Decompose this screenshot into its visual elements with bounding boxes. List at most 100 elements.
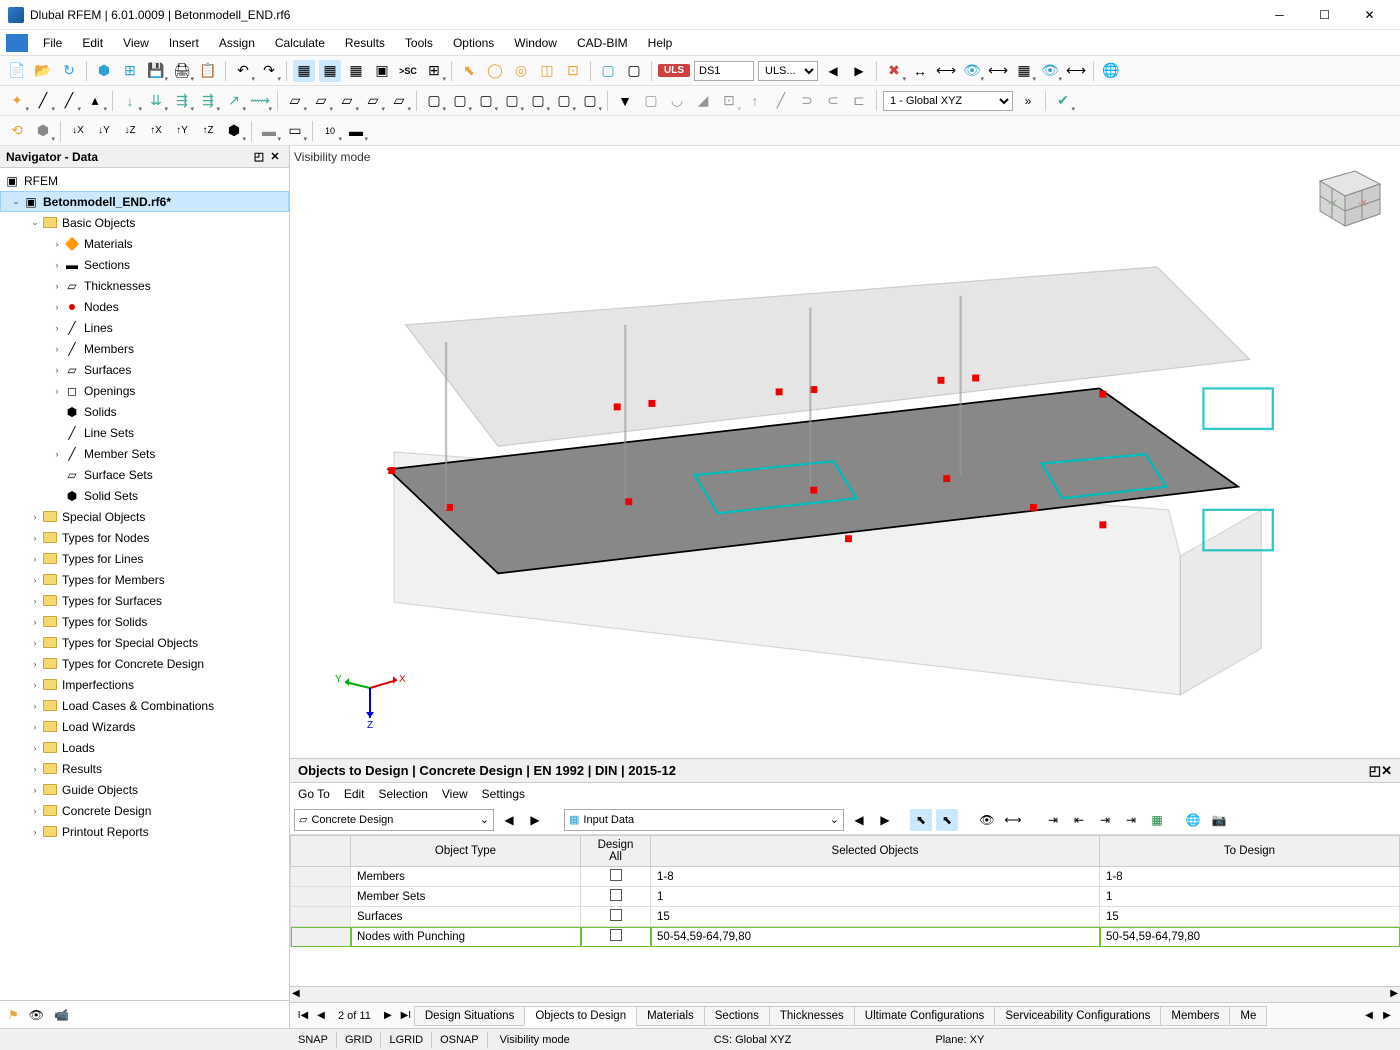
cell-selected[interactable]: 1 bbox=[651, 887, 1100, 907]
chevron-right-icon[interactable]: › bbox=[50, 449, 64, 459]
menu-tools[interactable]: Tools bbox=[396, 33, 442, 53]
tree-folder-types-for-lines[interactable]: ›Types for Lines bbox=[0, 548, 289, 569]
table-row[interactable]: Member Sets11 bbox=[291, 887, 1400, 907]
tree-item-solid-sets[interactable]: ⬢Solid Sets bbox=[0, 485, 289, 506]
g9-icon[interactable]: ⊏ bbox=[848, 90, 870, 112]
bp-excel-icon[interactable]: ▦ bbox=[1146, 809, 1168, 831]
nav-flag-icon[interactable]: ⚑ bbox=[8, 1008, 19, 1022]
cell-to-design[interactable]: 15 bbox=[1100, 907, 1400, 927]
view2-icon[interactable]: ▢ bbox=[623, 60, 645, 82]
undo-icon[interactable]: ↶ bbox=[232, 60, 254, 82]
chevron-right-icon[interactable]: › bbox=[28, 785, 42, 795]
chevron-right-icon[interactable]: › bbox=[28, 596, 42, 606]
col-design-all[interactable]: Design All bbox=[581, 836, 651, 867]
chevron-right-icon[interactable]: › bbox=[28, 722, 42, 732]
navigator-dock-button[interactable]: ◰ bbox=[251, 150, 267, 163]
chevron-right-icon[interactable]: › bbox=[28, 806, 42, 816]
axis-z-icon[interactable]: ↓Z bbox=[119, 120, 141, 142]
nav-camera-icon[interactable]: 📹 bbox=[54, 1008, 69, 1022]
render-icon[interactable]: ▬ bbox=[258, 120, 280, 142]
maximize-button[interactable]: ☐ bbox=[1302, 0, 1347, 30]
script-icon[interactable]: >SC bbox=[397, 60, 419, 82]
tree-folder-types-for-special-objects[interactable]: ›Types for Special Objects bbox=[0, 632, 289, 653]
chevron-right-icon[interactable]: › bbox=[28, 554, 42, 564]
bp-menu-view[interactable]: View bbox=[442, 787, 468, 801]
tree-folder-imperfections[interactable]: ›Imperfections bbox=[0, 674, 289, 695]
run-icon[interactable]: ▣ bbox=[371, 60, 393, 82]
tree-item-materials[interactable]: ›🔶Materials bbox=[0, 233, 289, 254]
solid2-icon[interactable]: ▢ bbox=[449, 90, 471, 112]
tree-folder-load-wizards[interactable]: ›Load Wizards bbox=[0, 716, 289, 737]
filter-icon[interactable]: ▼ bbox=[614, 90, 636, 112]
load1-icon[interactable]: ↓ bbox=[119, 90, 141, 112]
chevron-right-icon[interactable]: › bbox=[50, 386, 64, 396]
tab-scroll-right[interactable]: ▶ bbox=[1378, 1010, 1396, 1021]
cell-to-design[interactable]: 1 bbox=[1100, 887, 1400, 907]
cs-more-icon[interactable]: » bbox=[1017, 90, 1039, 112]
tree-folder-types-for-concrete-design[interactable]: ›Types for Concrete Design bbox=[0, 653, 289, 674]
chevron-right-icon[interactable] bbox=[50, 470, 64, 480]
chevron-right-icon[interactable]: › bbox=[28, 659, 42, 669]
iso-icon[interactable]: ⬢ bbox=[223, 120, 245, 142]
menu-help[interactable]: Help bbox=[639, 33, 682, 53]
eye2-icon[interactable]: 👁 bbox=[1039, 60, 1061, 82]
surf4-icon[interactable]: ▱ bbox=[362, 90, 384, 112]
select-circle-icon[interactable]: ◎ bbox=[510, 60, 532, 82]
line-tool-icon[interactable]: ╱ bbox=[32, 90, 54, 112]
tree-folder-types-for-surfaces[interactable]: ›Types for Surfaces bbox=[0, 590, 289, 611]
solid7-icon[interactable]: ▢ bbox=[579, 90, 601, 112]
prev-lc-icon[interactable]: ◀ bbox=[822, 60, 844, 82]
chevron-right-icon[interactable]: › bbox=[28, 764, 42, 774]
g4-icon[interactable]: ⊡ bbox=[718, 90, 740, 112]
member-tool-icon[interactable]: ╱ bbox=[58, 90, 80, 112]
tab-scroll-left[interactable]: ◀ bbox=[1360, 1010, 1378, 1021]
surf1-icon[interactable]: ▱ bbox=[284, 90, 306, 112]
chevron-right-icon[interactable]: › bbox=[50, 323, 64, 333]
cell-to-design[interactable]: 1-8 bbox=[1100, 867, 1400, 887]
col-to-design[interactable]: To Design bbox=[1100, 836, 1400, 867]
menu-window[interactable]: Window bbox=[505, 33, 566, 53]
world-icon[interactable]: 🌐 bbox=[1100, 60, 1122, 82]
chevron-right-icon[interactable]: › bbox=[28, 743, 42, 753]
cell-design-all[interactable] bbox=[581, 867, 651, 887]
tab-sections[interactable]: Sections bbox=[704, 1006, 770, 1026]
chevron-right-icon[interactable]: › bbox=[28, 701, 42, 711]
tree-file[interactable]: ⌄ ▣ Betonmodell_END.rf6* bbox=[0, 191, 289, 212]
bp-cam-icon[interactable]: 📷 bbox=[1208, 809, 1230, 831]
bp-dock-button[interactable]: ◰ bbox=[1369, 763, 1381, 779]
save-icon[interactable]: 💾 bbox=[145, 60, 167, 82]
solid6-icon[interactable]: ▢ bbox=[553, 90, 575, 112]
menu-results[interactable]: Results bbox=[336, 33, 394, 53]
newobj-icon[interactable]: ✦ bbox=[6, 90, 28, 112]
tree-item-solids[interactable]: ⬢Solids bbox=[0, 401, 289, 422]
bp-t2-icon[interactable]: ⇤ bbox=[1068, 809, 1090, 831]
uls-select[interactable]: ULS... bbox=[758, 61, 818, 81]
g6-icon[interactable]: ╱ bbox=[770, 90, 792, 112]
bp-menu-goto[interactable]: Go To bbox=[298, 787, 330, 801]
tab-materials[interactable]: Materials bbox=[636, 1006, 705, 1026]
bp-menu-settings[interactable]: Settings bbox=[482, 787, 525, 801]
tab-me[interactable]: Me bbox=[1229, 1006, 1267, 1026]
grid-icon[interactable]: ▦ bbox=[1013, 60, 1035, 82]
chevron-right-icon[interactable]: › bbox=[50, 365, 64, 375]
tree-basic-objects[interactable]: ⌄ Basic Objects bbox=[0, 212, 289, 233]
cell-design-all[interactable] bbox=[581, 887, 651, 907]
bp-next1-icon[interactable]: ▶ bbox=[524, 809, 546, 831]
axis-ny-icon[interactable]: ↑Y bbox=[171, 120, 193, 142]
load6-icon[interactable]: ⟿ bbox=[249, 90, 271, 112]
design-grid[interactable]: Object Type Design All Selected Objects … bbox=[290, 835, 1400, 986]
tree-item-sections[interactable]: ›▬Sections bbox=[0, 254, 289, 275]
chevron-right-icon[interactable]: › bbox=[28, 512, 42, 522]
menu-insert[interactable]: Insert bbox=[160, 33, 208, 53]
col-selected[interactable]: Selected Objects bbox=[651, 836, 1100, 867]
cell-object-type[interactable]: Members bbox=[351, 867, 581, 887]
select-all-icon[interactable]: ⊡ bbox=[562, 60, 584, 82]
cell-selected[interactable]: 50-54,59-64,79,80 bbox=[651, 927, 1100, 947]
table-row[interactable]: Nodes with Punching50-54,59-64,79,8050-5… bbox=[291, 927, 1400, 947]
bp-t3-icon[interactable]: ⇥ bbox=[1094, 809, 1116, 831]
axis-x-icon[interactable]: ↓X bbox=[67, 120, 89, 142]
axis-y-icon[interactable]: ↓Y bbox=[93, 120, 115, 142]
tab-last-button[interactable]: ▶I bbox=[397, 1010, 415, 1021]
menu-file[interactable]: File bbox=[34, 33, 71, 53]
menu-calculate[interactable]: Calculate bbox=[266, 33, 334, 53]
